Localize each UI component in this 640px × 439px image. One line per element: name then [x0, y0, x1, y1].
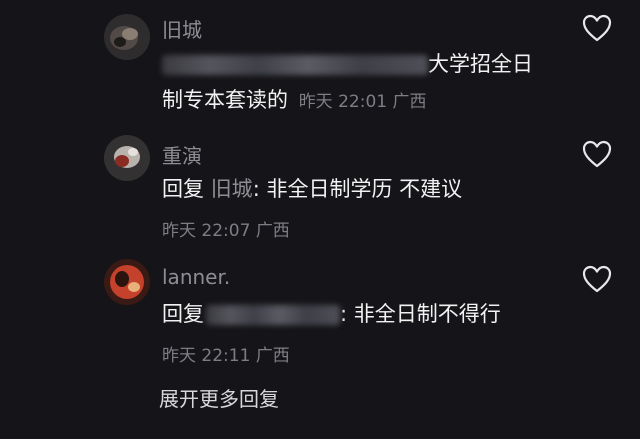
reply-prefix: 回复 [162, 302, 204, 326]
timestamp: 昨天 22:07 广西 [162, 216, 290, 241]
date-label: 昨天 [298, 92, 333, 112]
username[interactable]: lanner. [162, 265, 230, 289]
location-label: 广西 [255, 346, 290, 366]
heart-outline-icon[interactable] [582, 265, 612, 293]
reply-target-username[interactable]: 旧城 [211, 177, 253, 201]
username[interactable]: 旧城 [162, 14, 202, 43]
timestamp: 昨天 22:01 广西 [299, 92, 427, 112]
comment-text: 制专本套读的 [162, 88, 288, 112]
location-label: 广西 [255, 221, 290, 241]
reply-text-line: 回复 旧城: 非全日制学历 不建议 [162, 177, 462, 201]
reply-text-line: 回复 : 非全日制不得行 [162, 302, 501, 326]
expand-more-replies-button[interactable]: 展开更多回复 [159, 383, 279, 412]
redacted-username[interactable] [206, 305, 340, 325]
comment-text-tail: 大学招全日 [428, 52, 533, 76]
date-label: 昨天 [162, 346, 196, 366]
username[interactable]: 重演 [162, 140, 202, 169]
time-label: 22:01 [338, 92, 388, 112]
comment-thread: 旧城 大学招全日 制专本套读的 昨天 22:01 广西 重演 回复 旧城: 非全… [0, 0, 640, 439]
time-label: 22:07 [201, 221, 251, 241]
comment-text: : 非全日制学历 不建议 [252, 177, 463, 201]
redacted-text [162, 55, 428, 75]
comment-text-line-1: 大学招全日 [162, 52, 533, 76]
comment-text: : 非全日制不得行 [340, 302, 501, 326]
avatar[interactable] [104, 259, 150, 305]
reply-prefix: 回复 [162, 177, 204, 201]
avatar[interactable] [104, 14, 150, 60]
date-label: 昨天 [162, 221, 196, 241]
time-label: 22:11 [201, 346, 251, 366]
timestamp: 昨天 22:11 广西 [162, 341, 290, 366]
heart-outline-icon[interactable] [582, 14, 612, 42]
comment-text-line-2: 制专本套读的 昨天 22:01 广西 [162, 88, 427, 114]
location-label: 广西 [392, 92, 427, 112]
avatar[interactable] [104, 135, 150, 181]
heart-outline-icon[interactable] [582, 140, 612, 168]
